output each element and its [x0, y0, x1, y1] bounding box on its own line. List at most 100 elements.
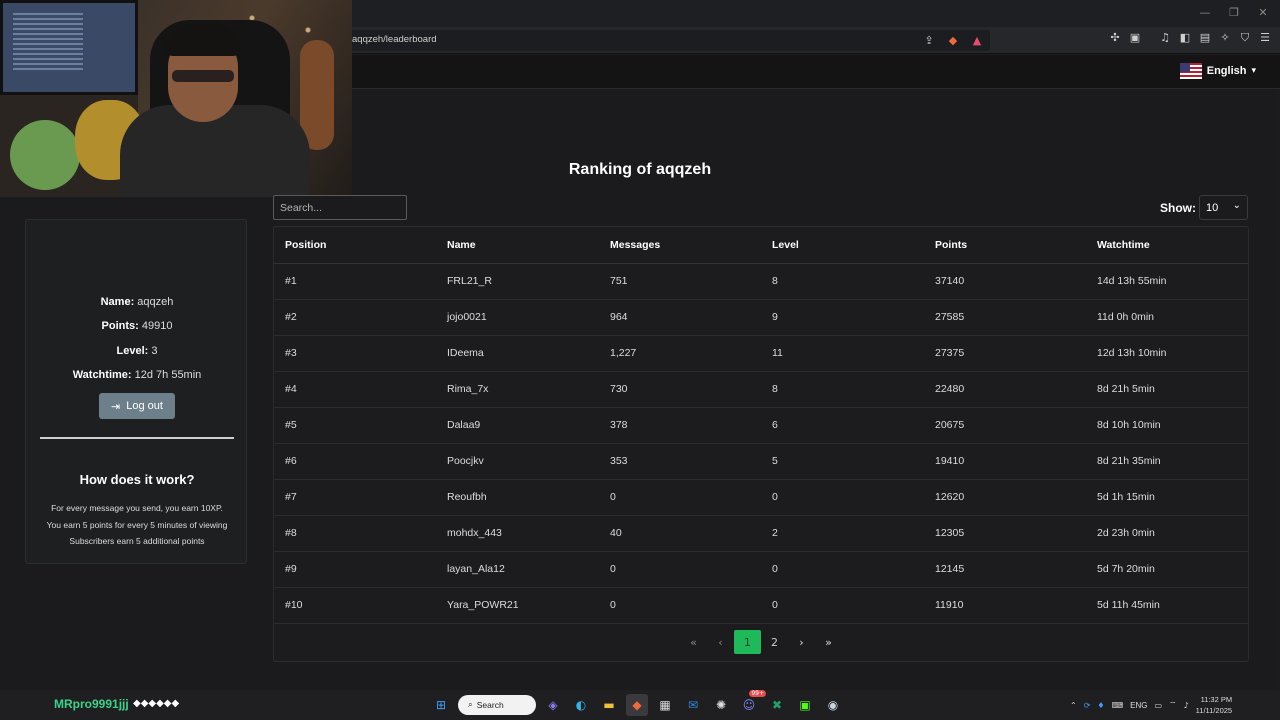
brave-shield-icon[interactable]: ◆: [946, 34, 960, 47]
leo-ai-icon[interactable]: ✧: [1218, 31, 1232, 44]
wifi-icon[interactable]: ⌔: [1169, 700, 1177, 710]
cell-points: 11910: [924, 587, 1086, 624]
sync-icon[interactable]: ⟳: [1084, 701, 1091, 710]
page-title: Ranking of aqqzeh: [568, 161, 712, 178]
mic-icon[interactable]: ♦: [1097, 701, 1104, 710]
how-it-works-title: How does it work?: [79, 472, 195, 487]
cell-name: layan_Ala12: [436, 551, 599, 588]
pagination: « ‹ 1 2 › »: [274, 630, 1248, 654]
cell-position: #7: [274, 479, 436, 516]
media-icon[interactable]: ♫: [1158, 31, 1172, 44]
cell-name: FRL21_R: [436, 263, 599, 300]
language-selector[interactable]: English ▾: [1179, 59, 1256, 83]
tab-icon[interactable]: ▣: [1128, 31, 1142, 44]
minimize-button[interactable]: —: [1197, 6, 1213, 19]
table-row: #10 Yara_POWR21 0 0 11910 5d 11h 45min: [274, 587, 1248, 624]
cell-messages: 751: [599, 263, 761, 300]
cam-monitor: [0, 0, 138, 95]
cell-position: #1: [274, 263, 436, 300]
page-size-select[interactable]: 10 ⌄: [1199, 195, 1248, 220]
table-header-row: Position Name Messages Level Points Watc…: [274, 227, 1248, 264]
profile-level: Level: 3: [116, 345, 158, 357]
discord-badge: 99+: [749, 690, 766, 697]
last-page-button[interactable]: »: [815, 630, 842, 654]
display-icon[interactable]: ▭: [1154, 701, 1162, 710]
menu-icon[interactable]: ☰: [1258, 31, 1272, 44]
file-explorer-icon[interactable]: ▬: [598, 694, 620, 716]
column-header-name[interactable]: Name: [436, 227, 599, 264]
wallet-icon[interactable]: ▤: [1198, 31, 1212, 44]
windows-start-icon[interactable]: ⊞: [430, 694, 452, 716]
first-page-button[interactable]: «: [680, 630, 707, 654]
next-page-button[interactable]: ›: [788, 630, 815, 654]
kick-icon[interactable]: ▣: [794, 694, 816, 716]
column-header-position[interactable]: Position: [274, 227, 436, 264]
brave-rewards-icon[interactable]: ▲: [970, 34, 984, 47]
cell-points: 27585: [924, 299, 1086, 336]
page-button-2[interactable]: 2: [761, 630, 788, 654]
how-line: You earn 5 points for every 5 minutes of…: [46, 520, 228, 530]
column-header-messages[interactable]: Messages: [599, 227, 761, 264]
prev-page-button[interactable]: ‹: [707, 630, 734, 654]
cell-messages: 378: [599, 407, 761, 444]
language-indicator[interactable]: ENG: [1130, 701, 1147, 710]
cell-level: 11: [761, 335, 924, 372]
cell-position: #3: [274, 335, 436, 372]
cell-points: 20675: [924, 407, 1086, 444]
address-bar[interactable]: aqqzeh/leaderboard ⇪ ◆ ▲: [340, 30, 990, 51]
copilot-icon[interactable]: ◈: [542, 694, 564, 716]
cell-level: 8: [761, 263, 924, 300]
outlook-icon[interactable]: ✉: [682, 694, 704, 716]
store-icon[interactable]: ▦: [654, 694, 676, 716]
table-row: #1 FRL21_R 751 8 37140 14d 13h 55min: [274, 263, 1248, 300]
cell-watchtime: 11d 0h 0min: [1086, 299, 1248, 336]
cell-name: mohdx_443: [436, 515, 599, 552]
maximize-button[interactable]: ❐: [1226, 6, 1242, 19]
cell-points: 37140: [924, 263, 1086, 300]
page-scrollbar[interactable]: [1275, 90, 1280, 690]
cell-watchtime: 8d 21h 35min: [1086, 443, 1248, 480]
chatgpt-icon[interactable]: ✺: [710, 694, 732, 716]
brave-icon[interactable]: ◆: [626, 694, 648, 716]
close-button[interactable]: ✕: [1255, 6, 1271, 19]
chevron-up-icon[interactable]: ⌃: [1070, 701, 1077, 710]
cell-points: 19410: [924, 443, 1086, 480]
cell-level: 5: [761, 443, 924, 480]
column-header-points[interactable]: Points: [924, 227, 1086, 264]
page-button-1[interactable]: 1: [734, 630, 761, 654]
search-input[interactable]: [273, 195, 407, 220]
edge-icon[interactable]: ◐: [570, 694, 592, 716]
sidebar-icon[interactable]: ◧: [1178, 31, 1192, 44]
webcam-overlay: [0, 0, 352, 197]
vpn-icon[interactable]: ⛉: [1238, 31, 1252, 45]
column-header-level[interactable]: Level: [761, 227, 924, 264]
extensions-icon[interactable]: ✣: [1108, 31, 1122, 44]
taskbar-search[interactable]: ⌕ Search: [458, 695, 536, 715]
cell-position: #9: [274, 551, 436, 588]
profile-watchtime: Watchtime: 12d 7h 55min: [72, 369, 202, 381]
cell-points: 22480: [924, 371, 1086, 408]
steam-icon[interactable]: ◉: [822, 694, 844, 716]
cell-position: #6: [274, 443, 436, 480]
discord-icon[interactable]: ☺ 99+: [738, 690, 766, 716]
cell-watchtime: 14d 13h 55min: [1086, 263, 1248, 300]
language-label: English: [1206, 65, 1247, 77]
cell-level: 6: [761, 407, 924, 444]
keyboard-icon[interactable]: ⌨: [1112, 701, 1124, 710]
cell-name: Rima_7x: [436, 371, 599, 408]
logout-icon: ⇥: [111, 399, 121, 413]
cell-messages: 964: [599, 299, 761, 336]
cell-points: 27375: [924, 335, 1086, 372]
cell-name: Dalaa9: [436, 407, 599, 444]
logout-button[interactable]: ⇥ Log out: [99, 393, 175, 419]
cell-name: IDeema: [436, 335, 599, 372]
cell-messages: 730: [599, 371, 761, 408]
share-icon[interactable]: ⇪: [922, 34, 936, 47]
clock[interactable]: 11:32 PM 11/11/2025: [1196, 694, 1232, 716]
leaderboard-table: Position Name Messages Level Points Watc…: [273, 226, 1249, 662]
clock-time: 11:32 PM: [1200, 695, 1233, 704]
taskbar-search-label: Search: [476, 700, 504, 710]
column-header-watchtime[interactable]: Watchtime: [1086, 227, 1248, 264]
volume-icon[interactable]: ♪: [1184, 701, 1189, 710]
excel-icon[interactable]: ✖: [766, 694, 788, 716]
